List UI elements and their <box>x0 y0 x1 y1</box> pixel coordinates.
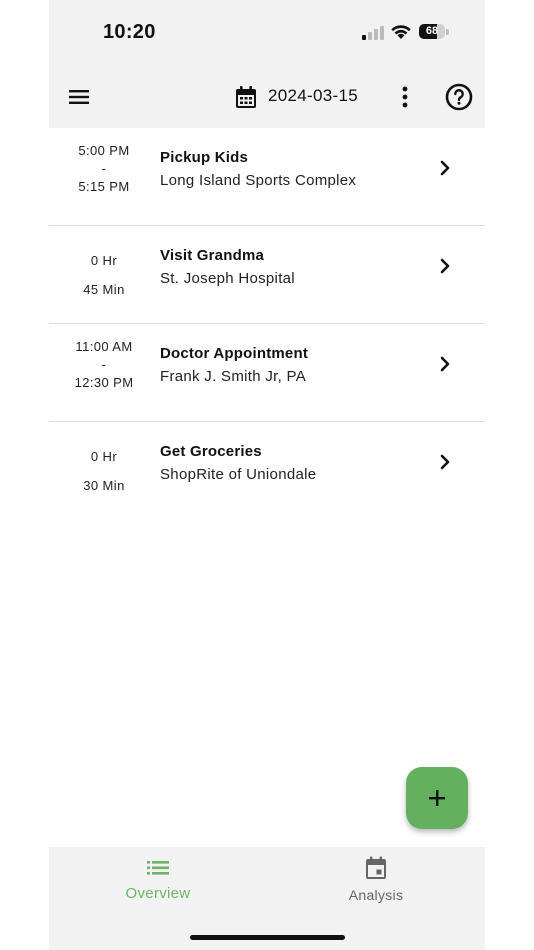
list-icon <box>147 861 169 875</box>
status-time: 10:20 <box>103 21 156 43</box>
event-row-pickup-kids[interactable]: 5:00 PM - 5:15 PM Pickup Kids Long Islan… <box>49 128 485 226</box>
event-time-start: 5:00 PM <box>78 143 130 158</box>
event-time-separator: - <box>101 357 107 372</box>
plus-icon <box>429 790 445 806</box>
chevron-right-icon <box>440 356 450 372</box>
event-row-visit-grandma[interactable]: 0 Hr 45 Min Visit Grandma St. Joseph Hos… <box>49 226 485 324</box>
nav-analysis-label: Analysis <box>348 887 404 903</box>
home-indicator[interactable] <box>190 935 345 940</box>
event-location: Frank J. Smith Jr, PA <box>160 368 307 385</box>
event-duration: 0 Hr 45 Min <box>59 226 149 323</box>
calendar-icon[interactable] <box>234 85 258 109</box>
chevron-right-icon <box>440 160 450 176</box>
event-time: 11:00 AM - 12:30 PM <box>59 324 149 421</box>
event-row-get-groceries[interactable]: 0 Hr 30 Min Get Groceries ShopRite of Un… <box>49 422 485 519</box>
wifi-icon <box>391 25 411 39</box>
event-duration: 0 Hr 30 Min <box>59 422 149 519</box>
event-time-separator: - <box>101 161 107 176</box>
chevron-right-icon <box>440 454 450 470</box>
nav-overview-label: Overview <box>125 885 191 902</box>
chevron-right-icon <box>440 258 450 274</box>
selected-date[interactable]: 2024-03-15 <box>268 86 358 106</box>
event-row-doctor-appointment[interactable]: 11:00 AM - 12:30 PM Doctor Appointment F… <box>49 324 485 422</box>
event-duration-hours: 0 Hr <box>90 253 118 268</box>
event-title: Pickup Kids <box>160 149 249 166</box>
battery-cap <box>446 29 449 35</box>
battery-percent: 68 <box>425 25 439 37</box>
add-event-button[interactable] <box>406 767 468 829</box>
event-duration-minutes: 30 Min <box>83 478 125 493</box>
cellular-signal-icon <box>362 26 384 40</box>
nav-overview[interactable]: Overview <box>49 847 267 917</box>
event-duration-minutes: 45 Min <box>83 282 125 297</box>
app-bar: 2024-03-15 <box>49 66 485 128</box>
hamburger-menu-icon[interactable] <box>67 87 91 107</box>
event-duration-hours: 0 Hr <box>90 449 118 464</box>
nav-analysis[interactable]: Analysis <box>267 847 485 917</box>
event-list: 5:00 PM - 5:15 PM Pickup Kids Long Islan… <box>49 128 485 519</box>
event-location: St. Joseph Hospital <box>160 270 295 287</box>
event-time-end: 12:30 PM <box>74 375 134 390</box>
calendar-today-icon <box>366 856 386 879</box>
battery-icon: 68 <box>419 24 445 39</box>
event-title: Get Groceries <box>160 443 262 460</box>
event-title: Doctor Appointment <box>160 345 309 362</box>
event-location: ShopRite of Uniondale <box>160 466 317 483</box>
bottom-navigation: Overview Analysis <box>49 847 485 950</box>
app-screen: 10:20 68 2024-03-15 5:00 PM - 5:15 PM Pi… <box>49 0 485 950</box>
more-vertical-icon[interactable] <box>399 85 411 109</box>
event-title: Visit Grandma <box>160 247 265 264</box>
event-time-end: 5:15 PM <box>78 179 130 194</box>
event-time-start: 11:00 AM <box>75 339 133 354</box>
event-location: Long Island Sports Complex <box>160 172 357 189</box>
event-time: 5:00 PM - 5:15 PM <box>59 128 149 225</box>
status-bar: 10:20 68 <box>49 0 485 66</box>
help-circle-icon[interactable] <box>445 83 473 111</box>
